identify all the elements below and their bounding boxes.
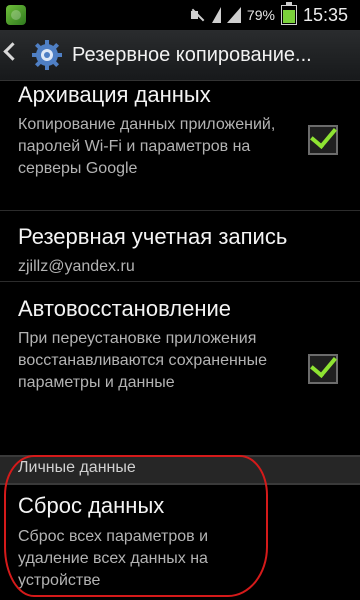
- backup-account-item[interactable]: Резервная учетная запись zjillz@yandex.r…: [0, 211, 360, 282]
- item-summary: При переустановке приложения восстанавли…: [18, 330, 268, 391]
- section-header: Личные данные: [0, 455, 360, 485]
- screen-title: Резервное копирование...: [72, 44, 312, 66]
- backup-data-checkbox[interactable]: [308, 120, 338, 155]
- item-title: Автовосстановление: [18, 296, 231, 321]
- mute-icon: [190, 7, 206, 23]
- item-summary: Копирование данных приложений, паролей W…: [18, 116, 276, 177]
- check-icon: [310, 120, 337, 150]
- back-arrow-icon[interactable]: [3, 42, 22, 61]
- item-title: Архивация данных: [18, 82, 211, 107]
- status-bar: 79% 15:35: [0, 0, 360, 30]
- factory-reset-item[interactable]: Сброс данных Сброс всех параметров и уда…: [0, 483, 360, 600]
- wifi-icon: [211, 7, 221, 23]
- status-icons: 79% 15:35: [190, 0, 348, 30]
- signal-icon: [226, 7, 241, 23]
- item-summary: zjillz@yandex.ru: [18, 258, 135, 275]
- settings-gear-icon[interactable]: [32, 40, 62, 70]
- auto-restore-item[interactable]: Автовосстановление При переустановке при…: [0, 282, 360, 455]
- auto-restore-checkbox[interactable]: [308, 349, 338, 384]
- section-title: Личные данные: [18, 459, 136, 476]
- backup-data-item[interactable]: Архивация данных Копирование данных прил…: [0, 80, 360, 211]
- item-summary: Сброс всех параметров и удаление всех да…: [18, 528, 209, 589]
- item-title: Сброс данных: [18, 493, 165, 518]
- battery-icon: [280, 2, 297, 25]
- action-bar: Резервное копирование...: [0, 30, 360, 81]
- clock: 15:35: [302, 4, 348, 25]
- battery-percent: 79%: [246, 7, 275, 23]
- check-icon: [310, 349, 337, 379]
- item-title: Резервная учетная запись: [18, 224, 288, 249]
- app-notification-icon: [6, 5, 26, 25]
